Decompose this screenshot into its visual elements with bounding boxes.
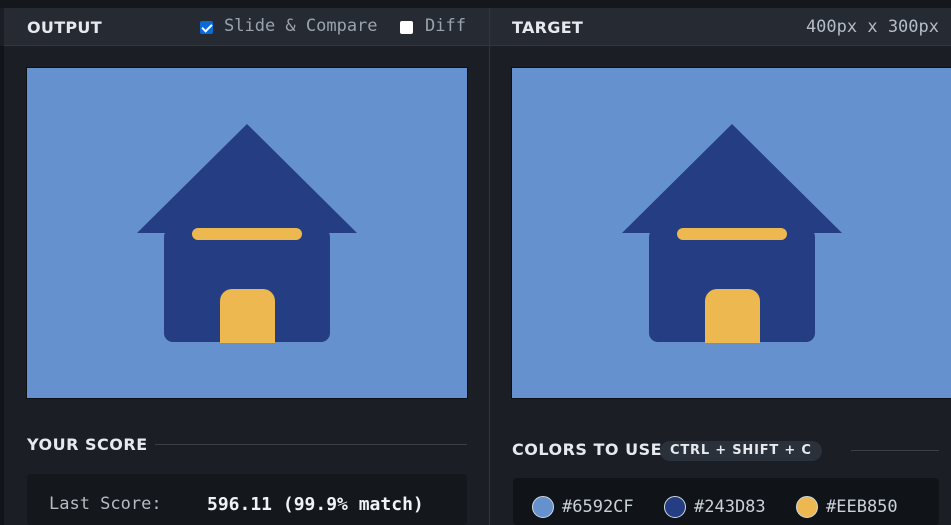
- output-title: OUTPUT: [27, 18, 102, 37]
- target-canvas: [511, 67, 951, 399]
- target-title: TARGET: [512, 18, 584, 37]
- color-hex[interactable]: #EEB850: [826, 497, 898, 517]
- last-score-label: Last Score:: [49, 494, 162, 514]
- house-window-bar: [192, 228, 302, 240]
- color-hex[interactable]: #243D83: [694, 497, 766, 517]
- house-door: [705, 289, 760, 343]
- output-header: OUTPUT Slide & Compare Diff: [4, 8, 489, 46]
- color-dot-icon[interactable]: [796, 496, 818, 518]
- house-window-bar: [677, 228, 787, 240]
- score-box: Last Score: 596.11 (99.9% match): [27, 474, 467, 525]
- colors-section-title: COLORS TO USE: [512, 440, 663, 459]
- color-hex[interactable]: #6592CF: [562, 497, 634, 517]
- house-door: [220, 289, 275, 343]
- output-canvas[interactable]: [26, 67, 468, 399]
- left-edge-bar: [0, 46, 4, 525]
- colors-divider: [851, 450, 939, 451]
- slide-compare-checkbox[interactable]: [200, 21, 213, 34]
- score-divider: [155, 444, 467, 445]
- slide-compare-label[interactable]: Slide & Compare: [224, 16, 378, 36]
- score-section-title: YOUR SCORE: [27, 435, 148, 454]
- colors-box: #6592CF #243D83 #EEB850: [513, 478, 939, 525]
- last-score-value: 596.11 (99.9% match): [207, 494, 424, 515]
- copy-colors-shortcut: CTRL + SHIFT + C: [660, 441, 822, 461]
- color-dot-icon[interactable]: [532, 496, 554, 518]
- output-house-illustration: [27, 68, 467, 398]
- target-dimensions: 400px x 300px: [805, 17, 939, 37]
- top-strip: [0, 0, 951, 8]
- target-house-illustration: [512, 68, 951, 398]
- target-header: TARGET 400px x 300px: [490, 8, 951, 46]
- panel-divider: [489, 8, 490, 525]
- diff-label[interactable]: Diff: [425, 16, 466, 36]
- diff-checkbox[interactable]: [400, 21, 413, 34]
- color-dot-icon[interactable]: [664, 496, 686, 518]
